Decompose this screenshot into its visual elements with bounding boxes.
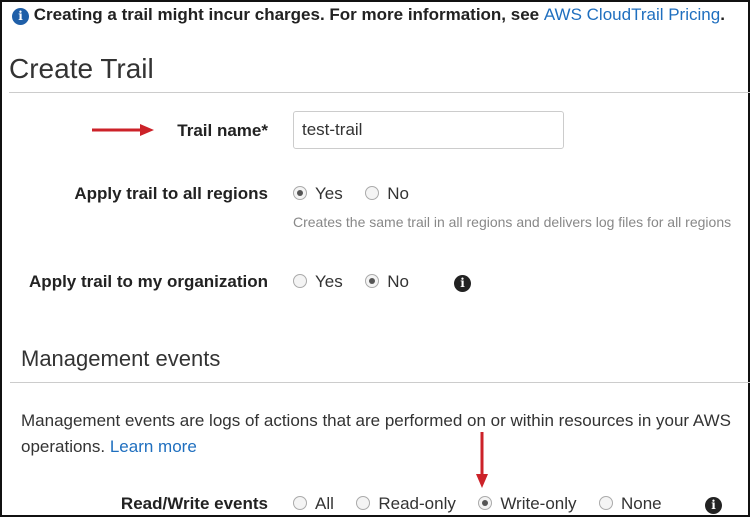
divider: [9, 92, 750, 93]
all-regions-label: Apply trail to all regions: [74, 184, 268, 203]
read-write-info-icon[interactable]: i: [705, 497, 722, 514]
all-regions-help: Creates the same trail in all regions an…: [293, 214, 732, 230]
read-write-write-only[interactable]: Write-only: [478, 494, 577, 514]
organization-info-icon[interactable]: i: [454, 275, 471, 292]
red-arrow-right-icon: [92, 124, 154, 136]
description-text: operations.: [21, 437, 110, 456]
read-write-read-only[interactable]: Read-only: [356, 494, 456, 514]
radio-checked-icon[interactable]: [293, 186, 307, 200]
management-description: Management events are logs of actions th…: [21, 411, 731, 430]
organization-radio-group: Yes No: [293, 272, 427, 292]
learn-more-link[interactable]: Learn more: [110, 437, 197, 456]
trail-name-input[interactable]: [293, 111, 564, 149]
radio-icon[interactable]: [293, 274, 307, 288]
page-title: Create Trail: [9, 53, 154, 84]
radio-icon[interactable]: [293, 496, 307, 510]
red-arrow-down-icon: [476, 432, 488, 488]
option-label: Write-only: [500, 494, 577, 513]
management-heading: Management events: [21, 346, 221, 371]
option-label: No: [387, 184, 409, 203]
radio-checked-icon[interactable]: [478, 496, 493, 510]
option-label: Yes: [315, 272, 343, 291]
pricing-banner: i Creating a trail might incur charges. …: [12, 5, 725, 25]
radio-checked-icon[interactable]: [365, 274, 380, 288]
read-write-label: Read/Write events: [120, 494, 268, 513]
all-regions-yes[interactable]: Yes: [293, 184, 343, 204]
organization-label: Apply trail to my organization: [29, 272, 268, 291]
pricing-link[interactable]: AWS CloudTrail Pricing: [544, 5, 720, 24]
all-regions-no[interactable]: No: [365, 184, 409, 204]
divider: [10, 382, 750, 383]
read-write-none[interactable]: None: [598, 494, 662, 514]
all-regions-radio-group: Yes No: [293, 184, 427, 204]
organization-no[interactable]: No: [365, 272, 409, 292]
option-label: Read-only: [378, 494, 456, 513]
radio-icon[interactable]: [356, 496, 371, 510]
option-label: Yes: [315, 184, 343, 203]
option-label: None: [620, 494, 662, 513]
banner-text: Creating a trail might incur charges. Fo…: [33, 5, 544, 24]
option-label: All: [315, 494, 334, 513]
banner-suffix: .: [720, 5, 725, 24]
radio-icon[interactable]: [598, 496, 613, 510]
info-icon: i: [12, 8, 29, 25]
radio-icon[interactable]: [365, 186, 380, 200]
organization-yes[interactable]: Yes: [293, 272, 343, 292]
management-description-2: operations. Learn more: [21, 437, 197, 457]
trail-name-label: Trail name*: [177, 121, 268, 140]
read-write-radio-group: All Read-only Write-only None: [293, 494, 680, 514]
read-write-all[interactable]: All: [293, 494, 334, 514]
option-label: No: [387, 272, 409, 291]
